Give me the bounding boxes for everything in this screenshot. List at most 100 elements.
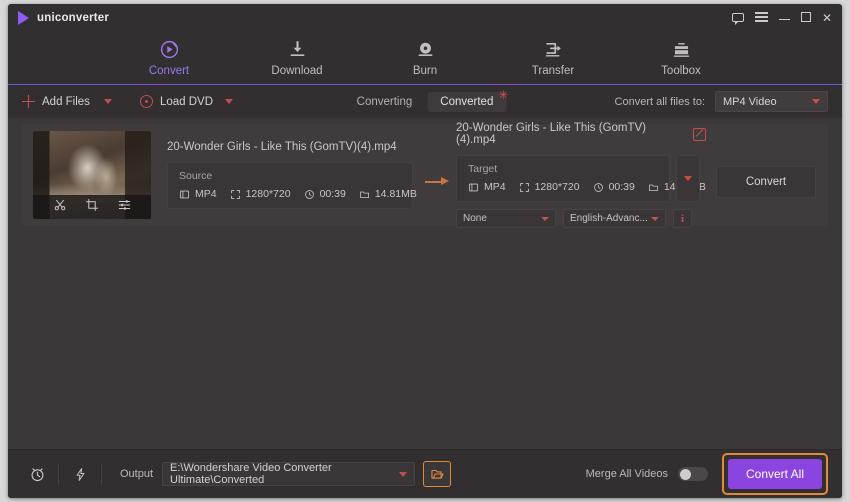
load-dvd-dropdown-icon[interactable] — [225, 99, 233, 104]
thumbnail-tools — [33, 195, 151, 219]
arrow-right-icon — [424, 177, 449, 185]
plus-icon — [22, 95, 35, 108]
info-button[interactable]: i — [673, 209, 692, 228]
chevron-down-icon — [399, 471, 408, 477]
output-path-select[interactable]: E:\Wondershare Video Converter Ultimate\… — [162, 462, 416, 486]
source-size: 14.81MB — [359, 188, 417, 200]
tab-converted[interactable]: Converted ✳ — [427, 87, 509, 112]
output-label: Output — [120, 468, 154, 480]
source-info-box: Source MP4 1280*720 00:39 14.81MB — [167, 162, 417, 209]
trim-scissors-icon[interactable] — [53, 198, 67, 217]
new-badge-icon: ✳ — [498, 87, 509, 102]
tab-converted-label: Converted — [440, 95, 494, 108]
burn-disc-icon — [415, 39, 436, 60]
folder-icon — [648, 184, 658, 191]
folder-open-icon — [430, 469, 444, 479]
status-tabs: Converting Converted ✳ — [344, 87, 509, 112]
convert-all-button[interactable]: Convert All — [728, 459, 822, 489]
subtitle-value: None — [463, 213, 487, 224]
merge-label: Merge All Videos — [585, 468, 668, 480]
nav-label: Transfer — [531, 65, 575, 77]
video-thumbnail[interactable] — [33, 131, 151, 219]
nav-item-transfer[interactable]: Transfer — [507, 39, 599, 77]
audio-track-select[interactable]: English-Advanc... — [563, 209, 666, 228]
edit-pencil-icon[interactable] — [693, 127, 706, 141]
divider — [58, 464, 59, 484]
title-bar: uniconverter ✕ — [8, 4, 842, 32]
target-meta-row: MP4 1280*720 00:39 — [468, 181, 706, 193]
resize-icon — [519, 182, 529, 192]
minimize-icon[interactable] — [778, 12, 790, 24]
merge-toggle[interactable] — [678, 467, 708, 481]
folder-icon — [359, 191, 369, 198]
target-main-row: Target MP4 1280*720 00:39 — [456, 155, 706, 202]
merge-group: Merge All Videos — [586, 467, 708, 481]
source-duration: 00:39 — [304, 188, 346, 200]
nav-label: Convert — [148, 65, 190, 77]
source-block: 20-Wonder Girls - Like This (GomTV)(4).m… — [167, 141, 417, 209]
add-files-dropdown-icon[interactable] — [103, 99, 112, 104]
convert-all-to-group: Convert all files to: MP4 Video — [615, 91, 828, 112]
file-row: 20-Wonder Girls - Like This (GomTV)(4).m… — [22, 122, 828, 228]
target-info-box: Target MP4 1280*720 00:39 — [456, 155, 706, 202]
output-path-value: E:\Wondershare Video Converter Ultimate\… — [170, 462, 332, 486]
target-format-dropdown[interactable] — [676, 155, 700, 202]
target-title-row: 20-Wonder Girls - Like This (GomTV)(4).m… — [456, 122, 706, 146]
chevron-down-icon — [812, 99, 820, 104]
effects-sliders-icon[interactable] — [117, 198, 132, 217]
source-caption: Source — [179, 170, 213, 182]
convert-direction-arrow — [410, 167, 456, 185]
target-resolution: 1280*720 — [519, 181, 580, 193]
source-filename: 20-Wonder Girls - Like This (GomTV)(4).m… — [167, 141, 397, 153]
nav-label: Burn — [412, 65, 438, 77]
format-select[interactable]: MP4 Video — [715, 91, 828, 112]
action-toolbar: Add Files Load DVD Converting Converted … — [8, 85, 842, 118]
source-meta-row: MP4 1280*720 00:39 14.81MB — [179, 188, 417, 200]
bottom-bar: Output E:\Wondershare Video Converter Ul… — [8, 449, 842, 498]
play-triangle-icon — [18, 11, 29, 25]
target-caption: Target — [468, 163, 498, 175]
app-name: uniconverter — [37, 12, 110, 24]
convert-all-highlight: Convert All — [722, 453, 828, 495]
target-format: MP4 — [468, 181, 506, 193]
chevron-down-icon — [651, 216, 659, 221]
add-files-label: Add Files — [42, 95, 90, 108]
load-dvd-label: Load DVD — [159, 95, 213, 108]
convert-button[interactable]: Convert — [716, 166, 816, 198]
subtitle-select[interactable]: None — [456, 209, 556, 228]
file-list-area: 20-Wonder Girls - Like This (GomTV)(4).m… — [8, 118, 842, 449]
target-options-row: None English-Advanc... i — [456, 209, 706, 228]
convert-circle-play-icon — [159, 39, 180, 60]
feedback-icon[interactable] — [731, 12, 744, 25]
maximize-icon[interactable] — [800, 11, 811, 24]
nav-label: Download — [271, 65, 323, 77]
nav-item-burn[interactable]: Burn — [379, 39, 471, 77]
nav-item-download[interactable]: Download — [251, 39, 343, 77]
open-folder-button[interactable] — [423, 461, 452, 487]
nav-item-toolbox[interactable]: Toolbox — [635, 39, 727, 77]
disc-icon — [139, 95, 153, 108]
close-icon[interactable]: ✕ — [822, 12, 832, 24]
load-dvd-button[interactable]: Load DVD — [139, 95, 213, 108]
target-filename: 20-Wonder Girls - Like This (GomTV)(4).m… — [456, 122, 647, 146]
add-files-button[interactable]: Add Files — [22, 95, 90, 108]
nav-label: Toolbox — [661, 65, 701, 77]
resize-icon — [230, 189, 240, 199]
source-format: MP4 — [179, 188, 217, 200]
transfer-arrow-icon — [543, 39, 564, 60]
tab-converting[interactable]: Converting — [344, 92, 426, 112]
menu-icon[interactable] — [754, 10, 768, 27]
app-logo: uniconverter — [18, 11, 109, 25]
window-controls: ✕ — [731, 10, 836, 27]
high-speed-lightning-icon[interactable] — [65, 466, 95, 483]
chevron-down-icon — [541, 216, 549, 221]
crop-icon[interactable] — [85, 198, 99, 217]
scheduler-alarm-icon[interactable] — [22, 466, 52, 483]
download-arrow-icon — [287, 39, 308, 60]
film-icon — [179, 190, 190, 198]
audio-track-value: English-Advanc... — [570, 213, 648, 224]
divider — [101, 464, 102, 484]
clock-icon — [304, 189, 314, 199]
nav-item-convert[interactable]: Convert — [123, 39, 215, 77]
chevron-down-icon — [684, 176, 692, 181]
